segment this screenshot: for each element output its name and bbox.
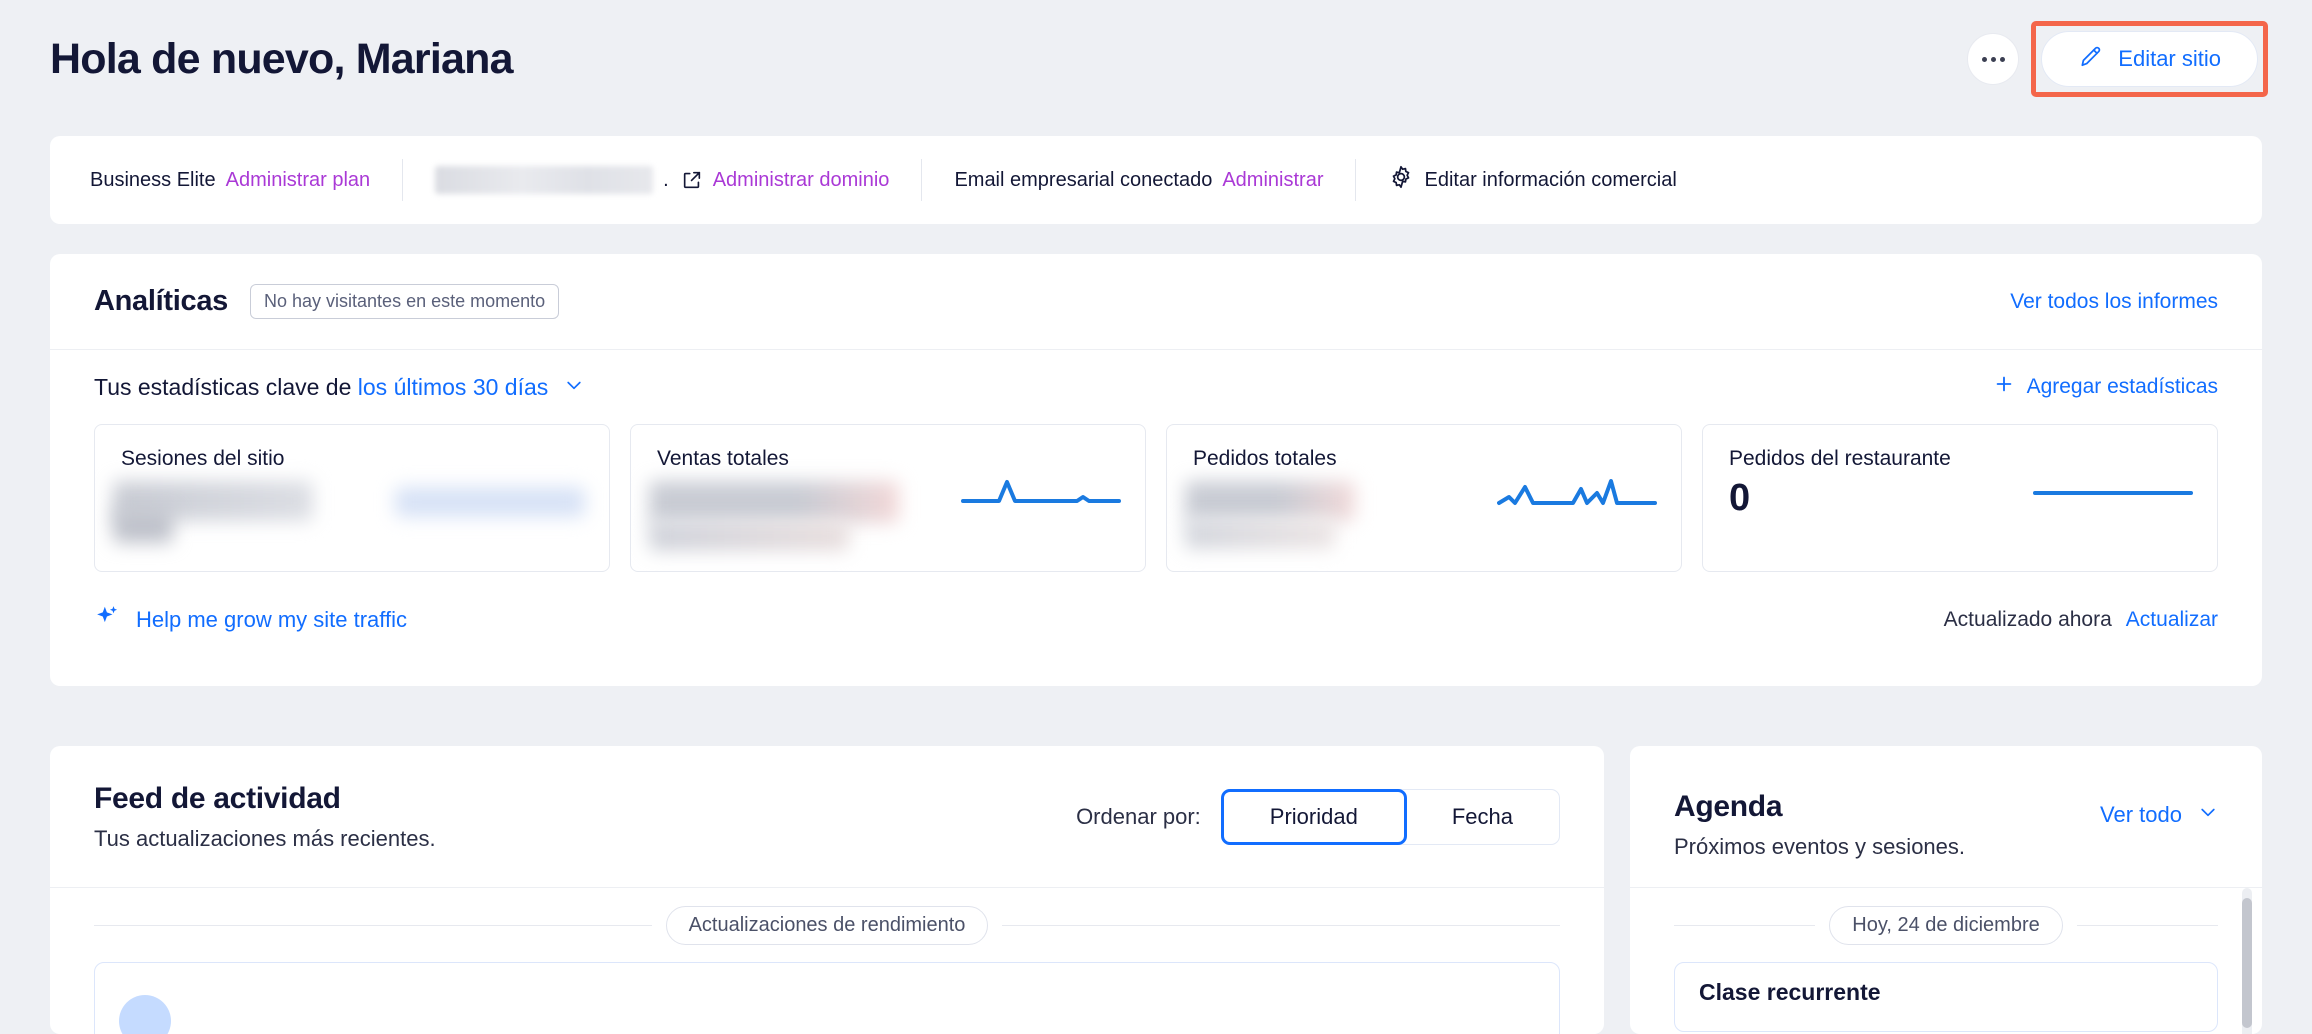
sparkle-icon <box>94 604 120 636</box>
agenda-event-item[interactable]: Clase recurrente <box>1674 962 2218 1032</box>
external-link-icon[interactable] <box>681 169 703 191</box>
updated-label: Actualizado ahora <box>1943 608 2112 631</box>
redacted-chart <box>395 487 585 517</box>
divider-line <box>1674 924 1816 926</box>
edit-site-highlight-box: Editar sitio <box>2031 21 2268 97</box>
sparkline-total-sales <box>961 480 1121 503</box>
domain-segment: . Administrar dominio <box>435 166 889 194</box>
activity-feed-title: Feed de actividad <box>94 781 341 815</box>
agenda-header: Agenda Próximos eventos y sesiones. Ver … <box>1630 746 2262 888</box>
stat-card-site-sessions[interactable]: Sesiones del sitio <box>94 424 610 572</box>
grow-traffic-label: Help me grow my site traffic <box>136 607 408 632</box>
business-info-segment[interactable]: Editar información comercial <box>1388 164 1677 196</box>
sort-by-label: Ordenar por: <box>1076 803 1201 829</box>
redacted-value <box>1185 481 1355 521</box>
activity-feed-panel: Feed de actividad Tus actualizaciones má… <box>50 746 1604 1034</box>
redacted-value-secondary <box>649 521 849 551</box>
stat-card-label: Sesiones del sitio <box>121 447 285 470</box>
divider-line <box>2076 924 2218 926</box>
view-all-reports-link[interactable]: Ver todos los informes <box>2010 290 2218 314</box>
page-title: Hola de nuevo, Mariana <box>50 34 513 83</box>
sort-segmented-control: Prioridad Fecha <box>1220 788 1560 845</box>
date-range-label: los últimos 30 días <box>357 373 549 400</box>
pencil-icon <box>2078 43 2104 75</box>
analytics-header: Analíticas No hay visitantes en este mom… <box>50 254 2262 350</box>
analytics-subheader: Tus estadísticas clave de los últimos 30… <box>50 350 2262 424</box>
agenda-panel: Agenda Próximos eventos y sesiones. Ver … <box>1630 746 2262 1034</box>
site-info-bar: Business Elite Administrar plan . Admini… <box>50 136 2262 224</box>
stat-card-label: Pedidos totales <box>1193 447 1337 470</box>
email-segment: Email empresarial conectado Administrar <box>954 169 1323 192</box>
business-info-label: Editar información comercial <box>1424 168 1677 191</box>
more-options-button[interactable] <box>1967 33 2020 85</box>
agenda-view-all-button[interactable]: Ver todo <box>2100 802 2218 828</box>
stat-cards-row: Sesiones del sitio Ventas totales Pedido… <box>50 424 2262 572</box>
page-header: Hola de nuevo, Mariana Editar sitio <box>0 0 2312 118</box>
date-range-picker[interactable]: los últimos 30 días <box>358 374 584 401</box>
plan-name: Business Elite <box>90 168 216 191</box>
agenda-divider-label: Hoy, 24 de diciembre <box>1829 905 2063 945</box>
divider <box>921 159 923 201</box>
analytics-title: Analíticas <box>94 285 228 317</box>
add-stats-label: Agregar estadísticas <box>2026 375 2218 398</box>
stat-card-label: Ventas totales <box>657 447 789 470</box>
stats-prefix-label: Tus estadísticas clave de <box>94 373 352 400</box>
manage-plan-link[interactable]: Administrar plan <box>226 169 371 192</box>
edit-site-button[interactable]: Editar sitio <box>2041 31 2258 87</box>
analytics-footer: Help me grow my site traffic Actualizado… <box>50 572 2262 668</box>
feed-section-divider: Actualizaciones de rendimiento <box>50 888 1604 962</box>
feed-divider-label: Actualizaciones de rendimiento <box>665 905 989 945</box>
manage-domain-link[interactable]: Administrar dominio <box>713 169 890 192</box>
chevron-down-icon <box>564 374 584 401</box>
avatar <box>119 995 171 1034</box>
sort-option-date[interactable]: Fecha <box>1406 790 1559 844</box>
gear-icon <box>1388 164 1414 196</box>
redacted-value <box>649 481 899 523</box>
sparkline-total-orders <box>1497 479 1657 505</box>
header-actions: Editar sitio <box>1967 21 2268 97</box>
analytics-panel: Analíticas No hay visitantes en este mom… <box>50 254 2262 686</box>
sparkline-restaurant-orders <box>2033 491 2193 495</box>
activity-feed-item[interactable] <box>94 962 1560 1034</box>
email-status-label: Email empresarial conectado <box>954 168 1213 191</box>
refresh-group: Actualizado ahora Actualizar <box>1944 608 2218 632</box>
agenda-scrollbar-thumb[interactable] <box>2242 898 2252 1028</box>
plan-segment: Business Elite Administrar plan <box>90 169 370 192</box>
activity-feed-heading-group: Feed de actividad Tus actualizaciones má… <box>94 782 436 852</box>
sort-controls: Ordenar por: Prioridad Fecha <box>1076 788 1560 845</box>
stat-card-total-orders[interactable]: Pedidos totales <box>1166 424 1682 572</box>
divider-line <box>1002 924 1561 926</box>
agenda-view-all-label: Ver todo <box>2100 802 2182 827</box>
manage-email-link[interactable]: Administrar <box>1222 169 1323 192</box>
edit-site-label: Editar sitio <box>2118 46 2221 71</box>
agenda-event-title: Clase recurrente <box>1699 979 1881 1005</box>
divider <box>1355 159 1357 201</box>
agenda-section-divider: Hoy, 24 de diciembre <box>1630 888 2262 962</box>
domain-name-redacted <box>435 166 654 194</box>
more-horizontal-icon <box>1981 56 2005 62</box>
chevron-down-icon <box>2198 802 2218 828</box>
add-stats-button[interactable]: Agregar estadísticas <box>1993 373 2218 401</box>
plus-icon <box>1993 373 2015 401</box>
domain-suffix: . <box>663 168 669 191</box>
agenda-title: Agenda <box>1674 790 1783 823</box>
redacted-value-secondary <box>113 509 173 543</box>
divider <box>402 159 404 201</box>
refresh-link[interactable]: Actualizar <box>2126 608 2218 632</box>
agenda-subtitle: Próximos eventos y sesiones. <box>1674 834 1966 859</box>
divider-line <box>94 924 652 926</box>
dashboard-page: Hola de nuevo, Mariana Editar sitio Busi… <box>0 0 2312 1034</box>
agenda-heading-group: Agenda Próximos eventos y sesiones. <box>1674 746 1965 860</box>
redacted-value-secondary <box>1185 519 1335 549</box>
stat-card-total-sales[interactable]: Ventas totales <box>630 424 1146 572</box>
stat-card-restaurant-orders[interactable]: Pedidos del restaurante 0 <box>1702 424 2218 572</box>
activity-feed-subtitle: Tus actualizaciones más recientes. <box>94 825 436 851</box>
grow-traffic-button[interactable]: Help me grow my site traffic <box>94 604 407 636</box>
activity-feed-header: Feed de actividad Tus actualizaciones má… <box>50 746 1604 888</box>
visitors-status-badge: No hay visitantes en este momento <box>250 284 560 319</box>
sort-option-priority[interactable]: Prioridad <box>1220 788 1407 845</box>
stat-card-label: Pedidos del restaurante <box>1729 447 1951 470</box>
